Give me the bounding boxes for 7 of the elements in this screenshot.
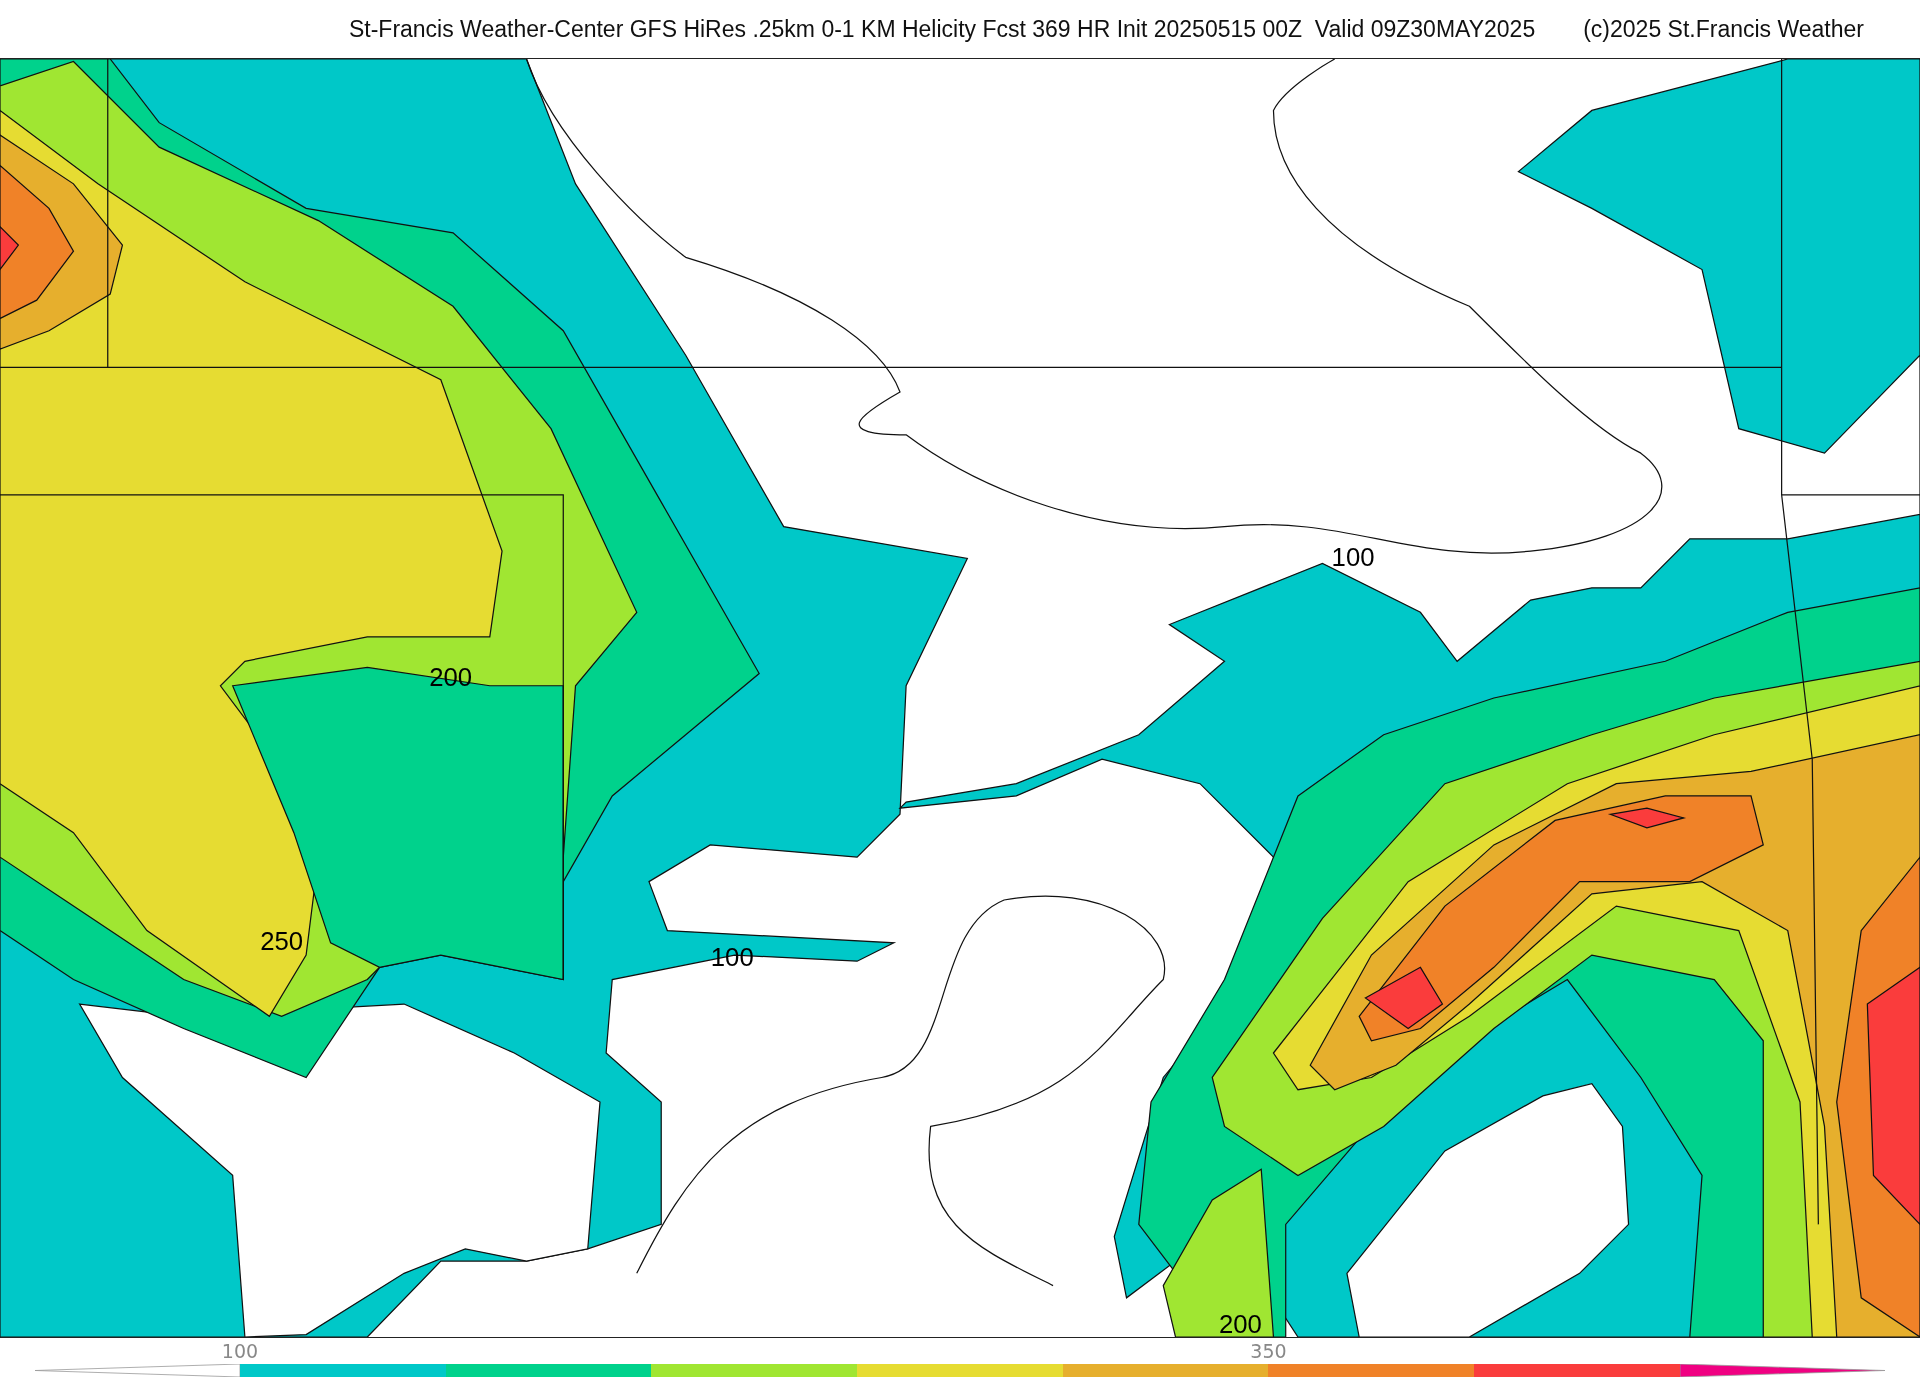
colorbar-tick-label: 350 [1250, 1339, 1287, 1364]
copyright-text: (c)2025 St.Francis Weather [1583, 14, 1864, 44]
contour-label: 250 [260, 927, 304, 956]
colorbar-tick-label: 100 [221, 1339, 259, 1364]
contour-label: 200 [1218, 1310, 1262, 1337]
map-title: St-Francis Weather-Center GFS HiRes .25km 0-1 KM Helicity Fcst 369 HR Init 20250515 00Z Valid 09Z30MAY2025 [348, 14, 1536, 44]
contour-label: 100 [1331, 542, 1375, 571]
